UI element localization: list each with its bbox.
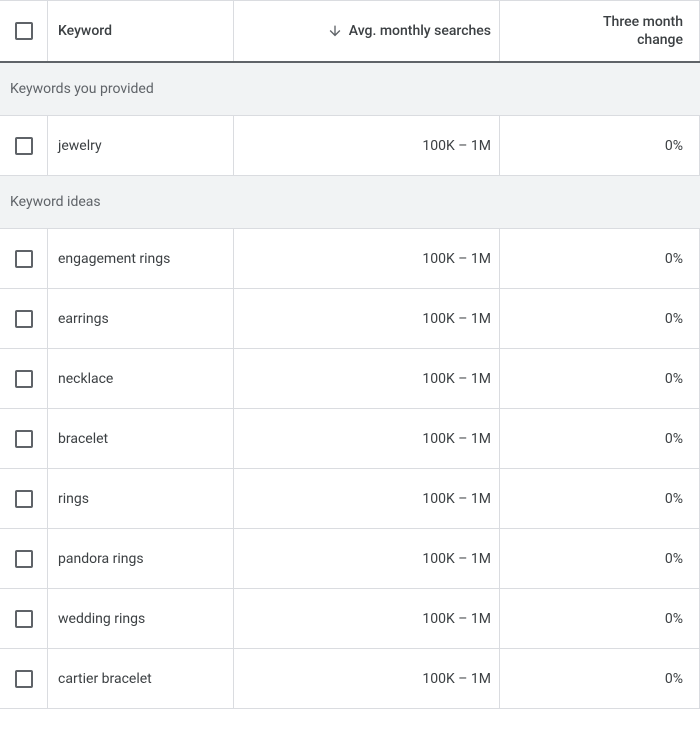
section-provided: Keywords you provided xyxy=(0,63,700,116)
table-row: rings100K – 1M0% xyxy=(0,469,700,529)
table-row: pandora rings100K – 1M0% xyxy=(0,529,700,589)
keyword-table: Keyword Avg. monthly searches Three mont… xyxy=(0,0,700,709)
row-checkbox-cell xyxy=(0,589,48,648)
select-all-checkbox[interactable] xyxy=(15,22,33,40)
row-change: 0% xyxy=(500,529,700,588)
row-searches: 100K – 1M xyxy=(234,409,500,468)
row-keyword[interactable]: rings xyxy=(48,469,234,528)
row-keyword[interactable]: engagement rings xyxy=(48,229,234,288)
row-keyword[interactable]: cartier bracelet xyxy=(48,649,234,708)
header-keyword-label: Keyword xyxy=(58,23,112,39)
row-change: 0% xyxy=(500,649,700,708)
row-change: 0% xyxy=(500,229,700,288)
table-row: cartier bracelet100K – 1M0% xyxy=(0,649,700,709)
row-keyword[interactable]: earrings xyxy=(48,289,234,348)
row-keyword[interactable]: jewelry xyxy=(48,116,234,175)
row-keyword[interactable]: pandora rings xyxy=(48,529,234,588)
row-checkbox-cell xyxy=(0,649,48,708)
row-searches: 100K – 1M xyxy=(234,589,500,648)
row-checkbox-cell xyxy=(0,409,48,468)
row-searches: 100K – 1M xyxy=(234,289,500,348)
row-keyword[interactable]: necklace xyxy=(48,349,234,408)
row-checkbox-cell xyxy=(0,116,48,175)
header-change[interactable]: Three month change xyxy=(500,1,700,61)
table-row: necklace100K – 1M0% xyxy=(0,349,700,409)
section-ideas: Keyword ideas xyxy=(0,176,700,229)
row-checkbox[interactable] xyxy=(15,670,33,688)
table-row: earrings100K – 1M0% xyxy=(0,289,700,349)
row-searches: 100K – 1M xyxy=(234,649,500,708)
row-checkbox[interactable] xyxy=(15,137,33,155)
row-change: 0% xyxy=(500,589,700,648)
row-checkbox-cell xyxy=(0,469,48,528)
header-checkbox-cell xyxy=(0,1,48,61)
row-change: 0% xyxy=(500,349,700,408)
row-checkbox-cell xyxy=(0,349,48,408)
row-checkbox[interactable] xyxy=(15,430,33,448)
table-row: engagement rings100K – 1M0% xyxy=(0,229,700,289)
row-change: 0% xyxy=(500,409,700,468)
table-header-row: Keyword Avg. monthly searches Three mont… xyxy=(0,0,700,63)
row-keyword[interactable]: bracelet xyxy=(48,409,234,468)
row-checkbox[interactable] xyxy=(15,250,33,268)
row-searches: 100K – 1M xyxy=(234,229,500,288)
table-row: wedding rings100K – 1M0% xyxy=(0,589,700,649)
row-searches: 100K – 1M xyxy=(234,349,500,408)
row-checkbox[interactable] xyxy=(15,370,33,388)
header-keyword[interactable]: Keyword xyxy=(48,1,234,61)
row-checkbox[interactable] xyxy=(15,310,33,328)
row-change: 0% xyxy=(500,469,700,528)
table-row: bracelet100K – 1M0% xyxy=(0,409,700,469)
row-searches: 100K – 1M xyxy=(234,469,500,528)
row-checkbox-cell xyxy=(0,529,48,588)
row-change: 0% xyxy=(500,116,700,175)
row-checkbox-cell xyxy=(0,229,48,288)
section-ideas-label: Keyword ideas xyxy=(10,194,101,210)
row-checkbox[interactable] xyxy=(15,550,33,568)
row-searches: 100K – 1M xyxy=(234,529,500,588)
sort-descending-icon xyxy=(327,23,343,39)
header-change-label-line1: Three month xyxy=(603,13,683,31)
row-keyword[interactable]: wedding rings xyxy=(48,589,234,648)
row-change: 0% xyxy=(500,289,700,348)
header-searches[interactable]: Avg. monthly searches xyxy=(234,1,500,61)
header-change-label-line2: change xyxy=(637,31,683,49)
row-checkbox[interactable] xyxy=(15,610,33,628)
header-searches-label: Avg. monthly searches xyxy=(349,23,491,39)
row-checkbox-cell xyxy=(0,289,48,348)
section-provided-label: Keywords you provided xyxy=(10,81,154,97)
table-row: jewelry100K – 1M0% xyxy=(0,116,700,176)
row-checkbox[interactable] xyxy=(15,490,33,508)
row-searches: 100K – 1M xyxy=(234,116,500,175)
